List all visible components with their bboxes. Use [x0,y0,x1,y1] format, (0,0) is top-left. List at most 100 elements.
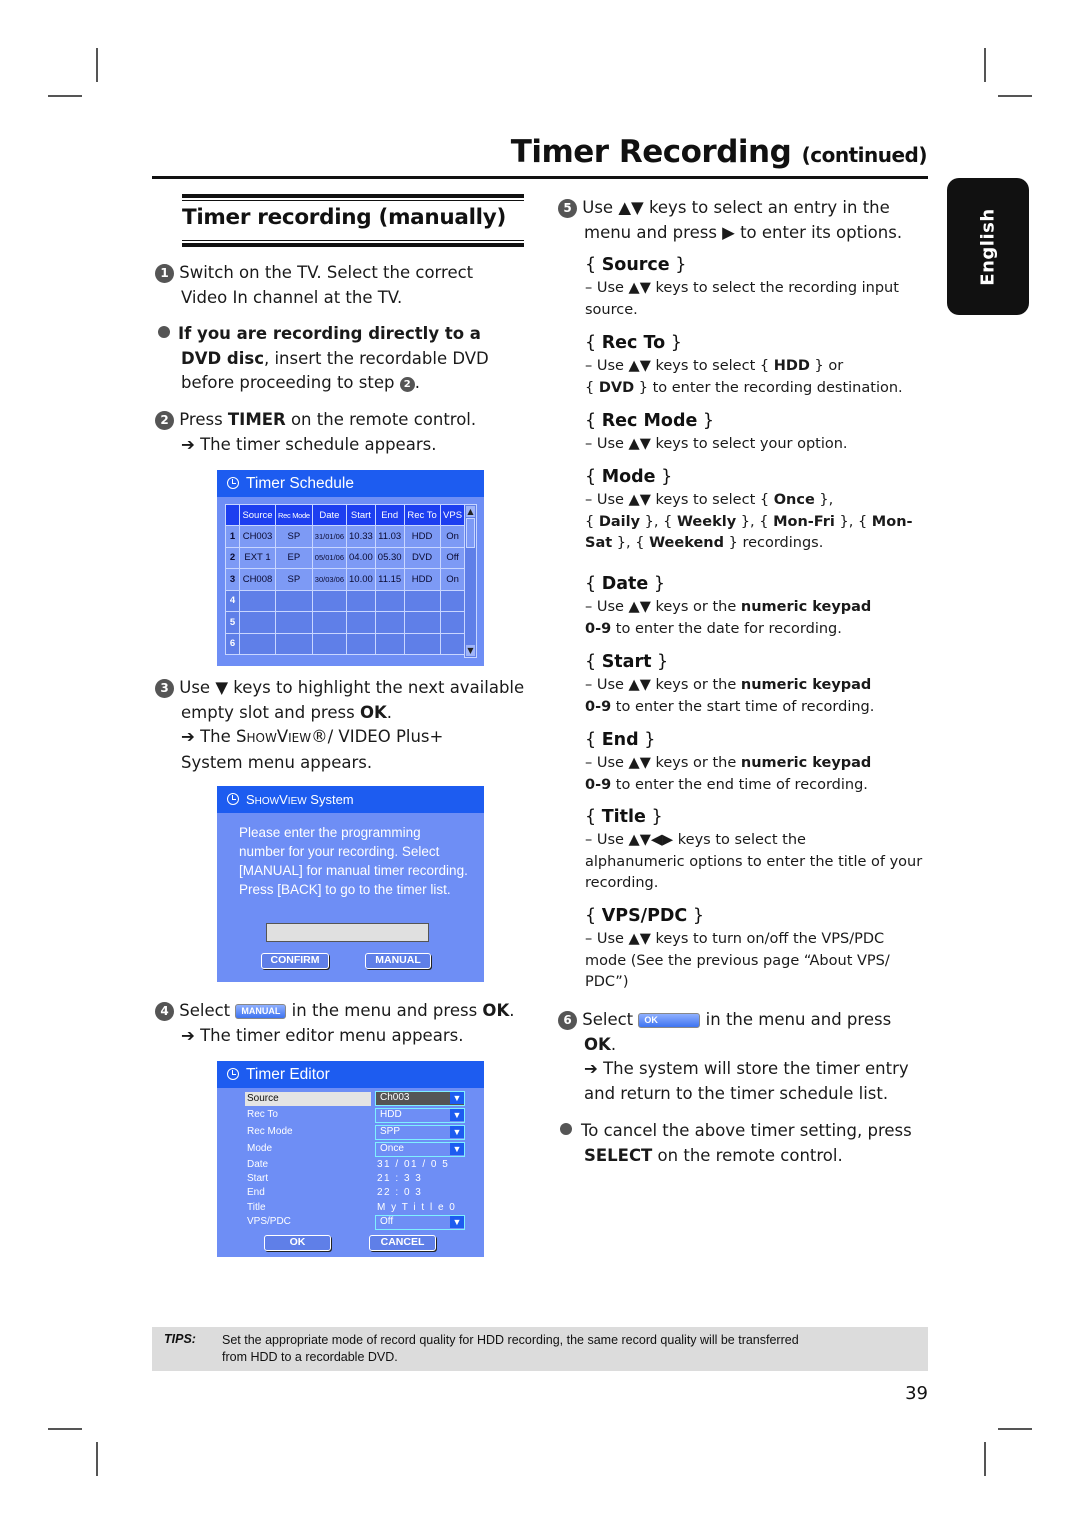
option-description-line: – Use ▲▼ keys to select { Once }, [585,492,834,508]
editor-field-label[interactable]: Mode [247,1143,272,1154]
editor-field-label[interactable]: End [247,1187,265,1198]
option-heading: { Start } [585,652,669,672]
editor-field-label[interactable]: Date [247,1159,268,1170]
schedule-cell: 10.33 [346,525,376,548]
chevron-down-icon[interactable]: ▼ [450,1109,464,1121]
chevron-down-icon[interactable]: ▼ [450,1216,464,1228]
section-heading: Timer recording (manually) [182,205,506,230]
option-description: – Use ▲▼ keys to select { HDD } or { DVD … [585,356,903,399]
schedule-cell [346,611,376,634]
timer-editor-titlebar: Timer Editor [217,1061,484,1088]
column-header: Source [239,504,276,526]
note-cancel: To cancel the above timer setting, press… [558,1119,912,1168]
showview-instructions: Please enter the programming number for … [239,825,468,897]
editor-field-label[interactable]: Rec Mode [247,1126,293,1137]
editor-field-value[interactable]: M y T i t l e 0 [377,1202,456,1213]
schedule-row[interactable]: 1 CH003 SP 31/01/06 10.33 11.03 HDD On [225,525,466,548]
schedule-cell: HDD [403,568,441,591]
option-description: – Use ▲▼ keys to select { Once }, { Daily… [585,490,913,555]
schedule-row[interactable]: 3 CH008 SP 30/03/06 10.00 11.15 HDD On [225,568,466,591]
editor-field-value[interactable]: 22 : 0 3 [377,1187,422,1198]
schedule-cell: 11.15 [374,568,405,591]
step-6: 6 Select OK in the menu and press OK. ➔ … [558,1008,909,1106]
option-description: – Use ▲▼ keys to select the recording in… [585,278,899,321]
column-header: Rec Mode [275,504,313,526]
schedule-cell: CH008 [239,568,276,591]
schedule-cell [403,589,441,612]
editor-dropdown[interactable]: HDD ▼ [375,1108,465,1123]
schedule-cell: 10.00 [346,568,376,591]
editor-field-value[interactable]: 31 / 01 / 0 5 [377,1159,449,1170]
editor-dropdown[interactable]: Off ▼ [375,1215,465,1230]
editor-field-label[interactable]: VPS/PDC [247,1216,291,1227]
ok-button[interactable]: OK [264,1235,331,1251]
option-description-line: 0-9 to enter the date for recording. [585,620,842,637]
schedule-scrollbar[interactable]: ▲ ▼ [464,504,477,658]
scroll-up-icon[interactable]: ▲ [466,506,475,517]
option-description-line: { Daily }, { Weekly }, { Mon-Fri }, { Mo… [585,513,913,530]
step-number-6: 6 [558,1011,577,1030]
page-title: Timer Recording (continued) [510,134,928,170]
schedule-cell [311,589,348,612]
schedule-cell: 05.30 [374,546,405,569]
option-description-line: – Use ▲▼ keys to turn on/off the VPS/PDC [585,931,885,947]
option-heading: { VPS/PDC } [585,906,704,926]
crop-mark [48,95,82,97]
editor-dropdown[interactable]: SPP ▼ [375,1125,465,1140]
option-description-line: recording. [585,875,659,891]
clock-icon [227,477,239,489]
editor-field-label[interactable]: Title [247,1202,266,1213]
editor-field-label[interactable]: Rec To [247,1109,278,1120]
option-heading: { End } [585,730,656,750]
timer-schedule-screen: Timer Schedule Source Rec Mode Date Star… [217,470,484,666]
schedule-cell: 31/01/06 [311,525,348,548]
step-number-4: 4 [155,1002,174,1021]
row-index: 2 [225,546,240,569]
option-description-line: 0-9 to enter the start time of recording… [585,698,875,715]
schedule-row[interactable]: 6 [225,632,466,655]
schedule-row[interactable]: 4 [225,589,466,612]
chevron-down-icon[interactable]: ▼ [450,1092,464,1104]
schedule-cell: SP [275,568,313,591]
confirm-button[interactable]: CONFIRM [261,953,329,969]
programming-number-input[interactable] [266,923,429,942]
crop-mark [998,1428,1032,1430]
language-tab: English [947,178,1029,315]
manual-button[interactable]: MANUAL [365,953,431,969]
editor-field-value[interactable]: 21 : 3 3 [377,1173,422,1184]
editor-field-label[interactable]: Start [247,1173,268,1184]
column-header: Start [346,504,376,526]
schedule-cell: HDD [403,525,441,548]
bullet-icon [158,326,170,338]
cancel-button[interactable]: CANCEL [369,1235,436,1251]
schedule-cell: EXT 1 [239,546,276,569]
dropdown-value: Off [380,1216,394,1227]
tips-text: Set the appropriate mode of record quali… [222,1333,799,1364]
schedule-cell [311,611,348,634]
option-heading: { Source } [585,255,687,275]
option-description: – Use ▲▼ keys or the numeric keypad 0-9 t… [585,753,871,796]
column-header: Date [311,504,348,526]
chevron-down-icon[interactable]: ▼ [450,1143,464,1155]
schedule-cell [311,632,348,655]
editor-dropdown[interactable]: Once ▼ [375,1142,465,1157]
step-5: 5 Use ▲▼ keys to select an entry in the … [558,196,902,245]
clock-icon [227,793,239,805]
option-heading: { Title } [585,807,663,827]
schedule-cell [439,611,466,634]
scroll-thumb[interactable] [466,518,475,548]
option-description: – Use ▲▼ keys to select your option. [585,434,848,456]
row-index: 1 [225,525,240,548]
schedule-row[interactable]: 5 [225,611,466,634]
schedule-cell [239,611,276,634]
editor-field-label[interactable]: Source [245,1092,371,1106]
schedule-row[interactable]: 2 EXT 1 EP 05/01/06 04.00 05.30 DVD Off [225,546,466,569]
editor-dropdown[interactable]: Ch003 ▼ [375,1091,465,1106]
chevron-down-icon[interactable]: ▼ [450,1126,464,1138]
schedule-cell [346,632,376,655]
showview-screen: SHOWVIEW System Please enter the program… [217,786,484,982]
scroll-down-icon[interactable]: ▼ [466,645,475,656]
column-header: End [374,504,405,526]
option-description-line: 0-9 to enter the end time of recording. [585,776,868,793]
schedule-cell [439,632,466,655]
